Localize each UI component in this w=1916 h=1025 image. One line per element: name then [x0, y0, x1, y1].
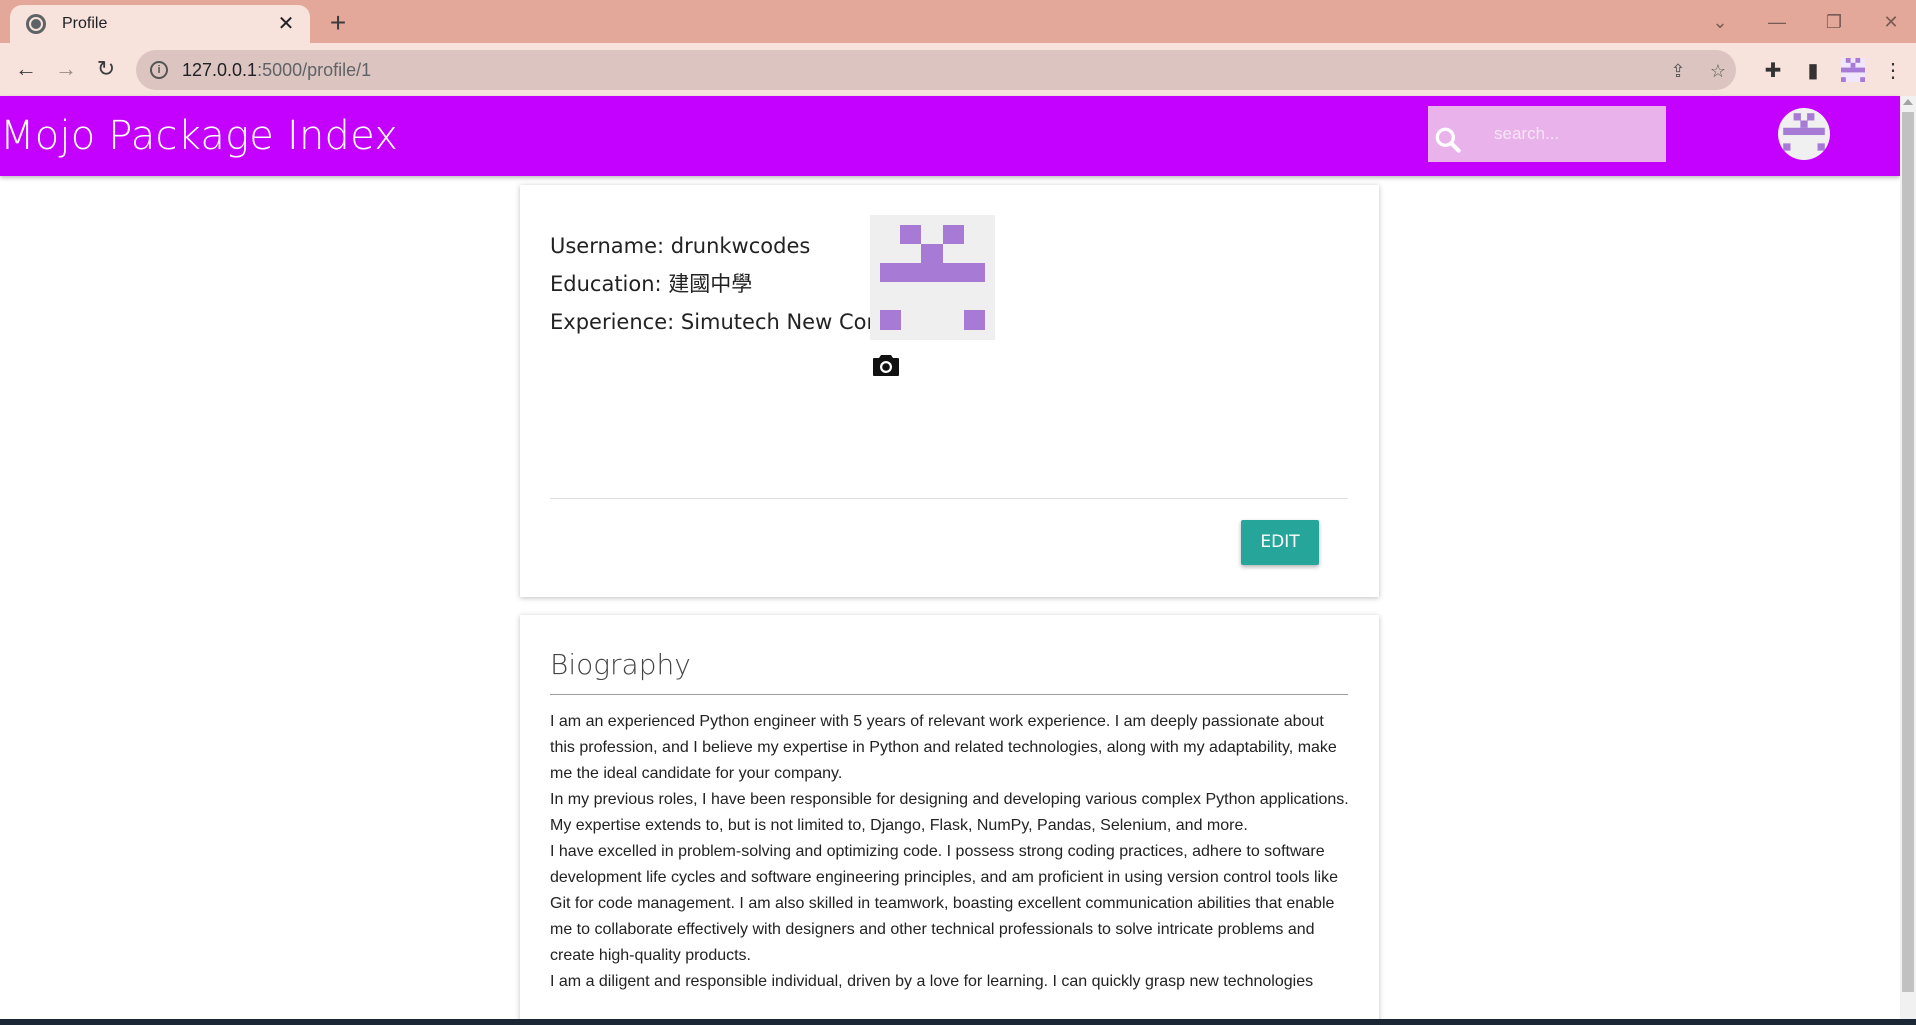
restore-icon[interactable]: ❐ — [1814, 6, 1854, 38]
biography-title: Biography — [550, 648, 691, 681]
app-header: Mojo Package Index — [0, 96, 1900, 176]
reload-icon[interactable]: ↻ — [88, 51, 124, 87]
new-tab-icon[interactable]: + — [322, 8, 354, 40]
browser-menu-icon[interactable]: ⋮ — [1880, 58, 1906, 84]
biography-paragraph: In my previous roles, I have been respon… — [550, 791, 1349, 834]
biography-divider — [550, 694, 1348, 695]
username-line: Username: drunkwcodes — [550, 234, 811, 258]
tab-close-icon[interactable]: ✕ — [274, 12, 298, 36]
camera-icon[interactable] — [872, 352, 900, 378]
avatar — [1783, 113, 1825, 151]
minimize-icon[interactable]: — — [1757, 6, 1797, 38]
extensions-icon[interactable]: ✚ — [1760, 58, 1786, 84]
edit-button[interactable]: EDIT — [1241, 520, 1319, 565]
browser-tabstrip: Profile ✕ + ⌄ — ❐ ✕ — [0, 0, 1916, 43]
biography-paragraph: I have excelled in problem-solving and o… — [550, 843, 1338, 964]
address-bar[interactable]: i 127.0.0.1 :5000/profile/1 ⇪ ☆ — [136, 50, 1736, 90]
tab-title: Profile — [62, 15, 108, 32]
biography-card: Biography I am an experienced Python eng… — [520, 615, 1379, 1025]
browser-tab[interactable]: Profile ✕ — [10, 5, 310, 43]
back-icon[interactable]: ← — [8, 51, 44, 87]
user-avatar[interactable] — [1778, 108, 1830, 160]
biography-text: I am an experienced Python engineer with… — [550, 709, 1350, 995]
forward-icon[interactable]: → — [48, 51, 84, 87]
experience-line: Experience: Simutech New Comer — [550, 310, 909, 334]
share-icon[interactable]: ⇪ — [1666, 59, 1690, 83]
profile-picture — [870, 215, 995, 340]
brand-logo[interactable]: Mojo Package Index — [0, 113, 398, 159]
profile-info: Username: drunkwcodes Education: 建國中學 Ex… — [550, 227, 908, 341]
biography-paragraph: I am an experienced Python engineer with… — [550, 713, 1337, 782]
close-window-icon[interactable]: ✕ — [1871, 6, 1911, 38]
profile-card: Username: drunkwcodes Education: 建國中學 Ex… — [520, 185, 1379, 597]
page-scrollbar[interactable] — [1900, 96, 1916, 1019]
tab-search-icon[interactable]: ⌄ — [1700, 6, 1740, 38]
bookmark-star-icon[interactable]: ☆ — [1706, 59, 1730, 83]
browser-toolbar: ← → ↻ i 127.0.0.1 :5000/profile/1 ⇪ ☆ ✚ … — [0, 43, 1916, 96]
search-icon[interactable] — [1432, 124, 1464, 156]
card-divider — [550, 498, 1348, 499]
globe-icon — [26, 14, 46, 34]
search-input[interactable] — [1494, 122, 1654, 146]
scrollbar-thumb[interactable] — [1902, 112, 1914, 992]
side-panel-icon[interactable]: ▮ — [1800, 58, 1826, 84]
profile-avatar-icon[interactable] — [1840, 58, 1866, 84]
os-taskbar — [0, 1019, 1916, 1025]
url-host: 127.0.0.1 — [182, 59, 258, 80]
search-box[interactable] — [1428, 106, 1666, 162]
biography-paragraph: I am a diligent and responsible individu… — [550, 973, 1314, 990]
education-line: Education: 建國中學 — [550, 272, 753, 296]
scroll-up-icon[interactable] — [1903, 99, 1913, 105]
site-info-icon[interactable]: i — [150, 61, 168, 79]
url-path: :5000/profile/1 — [257, 59, 372, 80]
